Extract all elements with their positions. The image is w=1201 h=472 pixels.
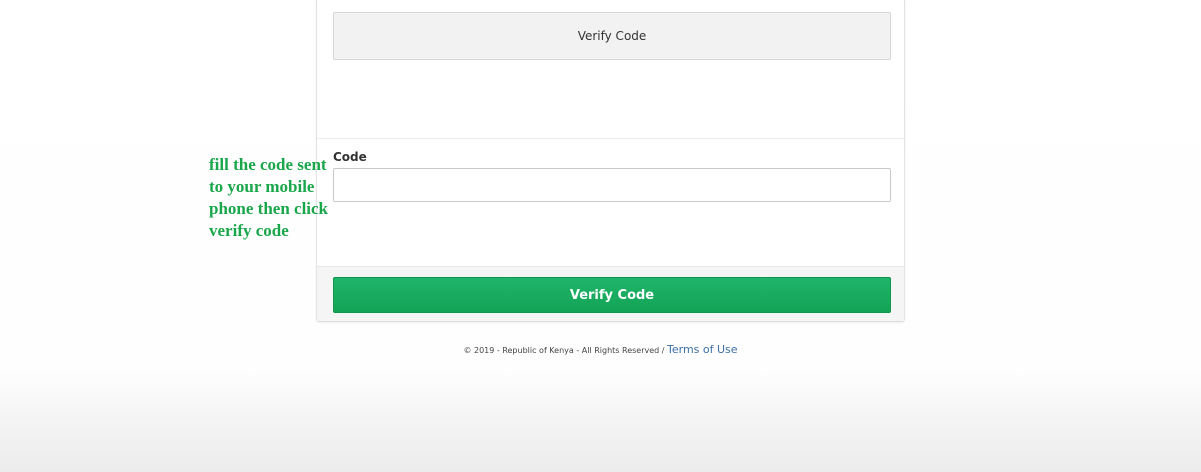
annotation-line: phone then click <box>209 199 329 218</box>
page-footer: © 2019 - Republic of Kenya - All Rights … <box>0 343 1201 356</box>
annotation-line: to your mobile <box>209 177 315 196</box>
annotation-line: verify code <box>209 221 289 240</box>
verify-form-card: Verify Code Code Verify Code <box>316 0 905 322</box>
instruction-annotation: fill the code sent to your mobile phone … <box>209 154 359 242</box>
form-footer-bar: Verify Code <box>317 266 904 321</box>
terms-of-use-link[interactable]: Terms of Use <box>667 343 738 356</box>
code-input[interactable] <box>333 168 891 202</box>
copyright-text: © 2019 - Republic of Kenya - All Rights … <box>463 346 668 355</box>
verify-code-submit-button[interactable]: Verify Code <box>333 277 891 313</box>
verify-code-button-top[interactable]: Verify Code <box>333 12 891 60</box>
annotation-line: fill the code sent <box>209 155 327 174</box>
code-field-group: Code <box>317 139 904 266</box>
